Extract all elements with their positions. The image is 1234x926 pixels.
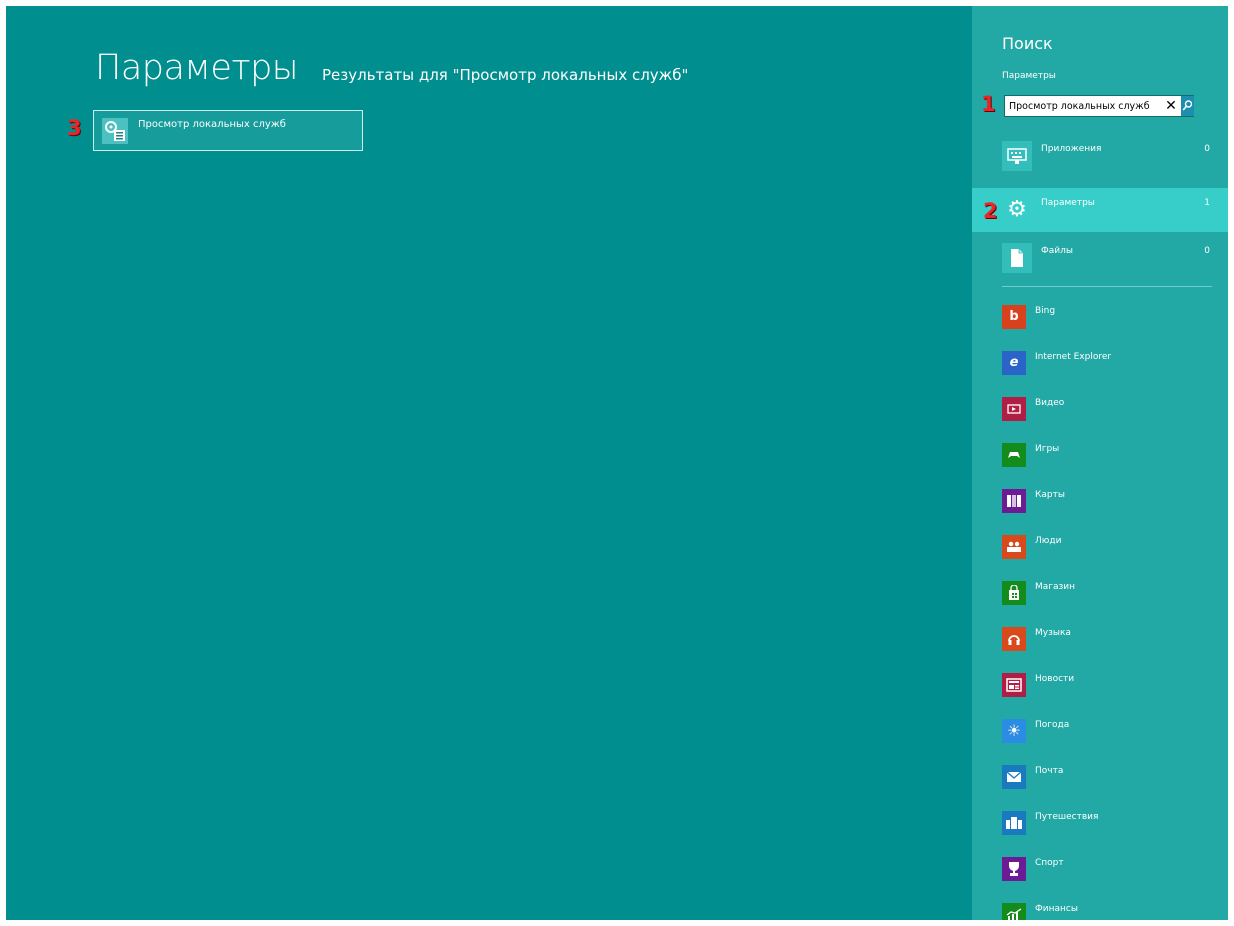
people-icon — [1002, 535, 1026, 559]
app-label: Новости — [1035, 674, 1075, 684]
mail-icon — [1002, 765, 1026, 789]
annotation-marker-3: 3 — [67, 116, 82, 140]
screen: Параметры Результаты для "Просмотр локал… — [6, 6, 1228, 920]
app-item-weather[interactable]: ☀ Погода — [972, 710, 1228, 752]
finance-icon — [1002, 903, 1026, 920]
app-item-sport[interactable]: Спорт — [972, 848, 1228, 890]
search-icon — [1182, 100, 1193, 111]
app-label: Путешествия — [1035, 812, 1099, 822]
video-icon — [1002, 397, 1026, 421]
search-button[interactable] — [1181, 96, 1194, 116]
search-input-value: Просмотр локальных служб — [1009, 101, 1150, 112]
app-item-finance[interactable]: Финансы — [972, 894, 1228, 920]
app-label: Погода — [1035, 720, 1070, 730]
app-label: Почта — [1035, 766, 1064, 776]
close-icon: ✕ — [1165, 98, 1177, 114]
divider — [1002, 286, 1212, 287]
app-item-music[interactable]: Музыка — [972, 618, 1228, 660]
app-label: Музыка — [1035, 628, 1071, 638]
app-item-news[interactable]: Новости — [972, 664, 1228, 706]
scope-count: 0 — [1204, 144, 1210, 154]
app-label: Магазин — [1035, 582, 1076, 592]
app-label: Спорт — [1035, 858, 1064, 868]
scope-label: Параметры — [1041, 198, 1095, 208]
app-item-people[interactable]: Люди — [972, 526, 1228, 568]
search-input[interactable]: Просмотр локальных служб ✕ — [1004, 95, 1194, 117]
app-label: Игры — [1035, 444, 1060, 454]
keyboard-icon — [1002, 141, 1032, 171]
app-item-bing[interactable]: b Bing — [972, 296, 1228, 338]
app-item-video[interactable]: Видео — [972, 388, 1228, 430]
maps-icon — [1002, 489, 1026, 513]
music-icon — [1002, 627, 1026, 651]
weather-icon: ☀ — [1002, 719, 1026, 743]
games-icon — [1002, 443, 1026, 467]
scope-label: Приложения — [1041, 144, 1102, 154]
results-subtitle: Результаты для "Просмотр локальных служб… — [322, 66, 689, 84]
app-item-mail[interactable]: Почта — [972, 756, 1228, 798]
app-item-games[interactable]: Игры — [972, 434, 1228, 476]
app-item-maps[interactable]: Карты — [972, 480, 1228, 522]
scope-item-settings[interactable]: ⚙ Параметры 1 — [972, 188, 1228, 232]
search-scope-label: Параметры — [1002, 71, 1056, 81]
clear-search-button[interactable]: ✕ — [1163, 97, 1179, 115]
scope-label: Файлы — [1041, 246, 1073, 256]
app-item-store[interactable]: Магазин — [972, 572, 1228, 614]
app-label: Internet Explorer — [1035, 352, 1112, 362]
charm-title: Поиск — [1002, 34, 1053, 53]
services-icon — [102, 118, 128, 144]
app-label: Видео — [1035, 398, 1065, 408]
gear-icon: ⚙ — [1007, 197, 1027, 222]
scope-count: 0 — [1204, 246, 1210, 256]
scope-count: 1 — [1204, 198, 1210, 208]
news-icon — [1002, 673, 1026, 697]
file-icon — [1002, 243, 1032, 273]
annotation-marker-1: 1 — [981, 92, 996, 116]
result-item-label: Просмотр локальных служб — [138, 119, 286, 130]
app-item-internet-explorer[interactable]: e Internet Explorer — [972, 342, 1228, 384]
search-results-pane: Параметры Результаты для "Просмотр локал… — [6, 6, 972, 920]
page-title: Параметры — [95, 48, 299, 88]
annotation-marker-2: 2 — [983, 199, 998, 223]
scope-item-files[interactable]: Файлы 0 — [972, 236, 1228, 280]
travel-icon — [1002, 811, 1026, 835]
app-item-travel[interactable]: Путешествия — [972, 802, 1228, 844]
bing-icon: b — [1002, 305, 1026, 329]
app-label: Bing — [1035, 306, 1056, 316]
sport-icon — [1002, 857, 1026, 881]
result-item[interactable]: Просмотр локальных служб — [93, 110, 363, 151]
scope-item-apps[interactable]: Приложения 0 — [972, 134, 1228, 178]
app-label: Карты — [1035, 490, 1065, 500]
app-label: Люди — [1035, 536, 1062, 546]
internet-explorer-icon: e — [1002, 351, 1026, 375]
search-charm: Поиск Параметры 1 Просмотр локальных слу… — [972, 6, 1228, 920]
app-label: Финансы — [1035, 904, 1078, 914]
store-icon — [1002, 581, 1026, 605]
